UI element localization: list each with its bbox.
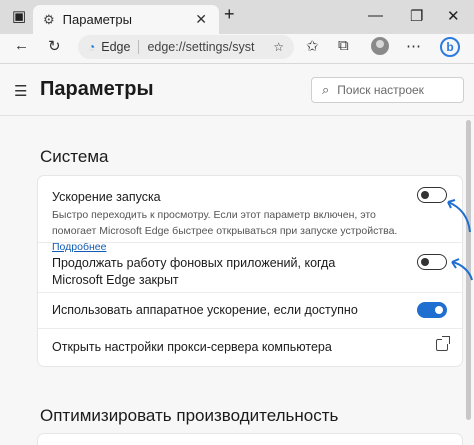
annotation-arrows	[447, 199, 473, 281]
